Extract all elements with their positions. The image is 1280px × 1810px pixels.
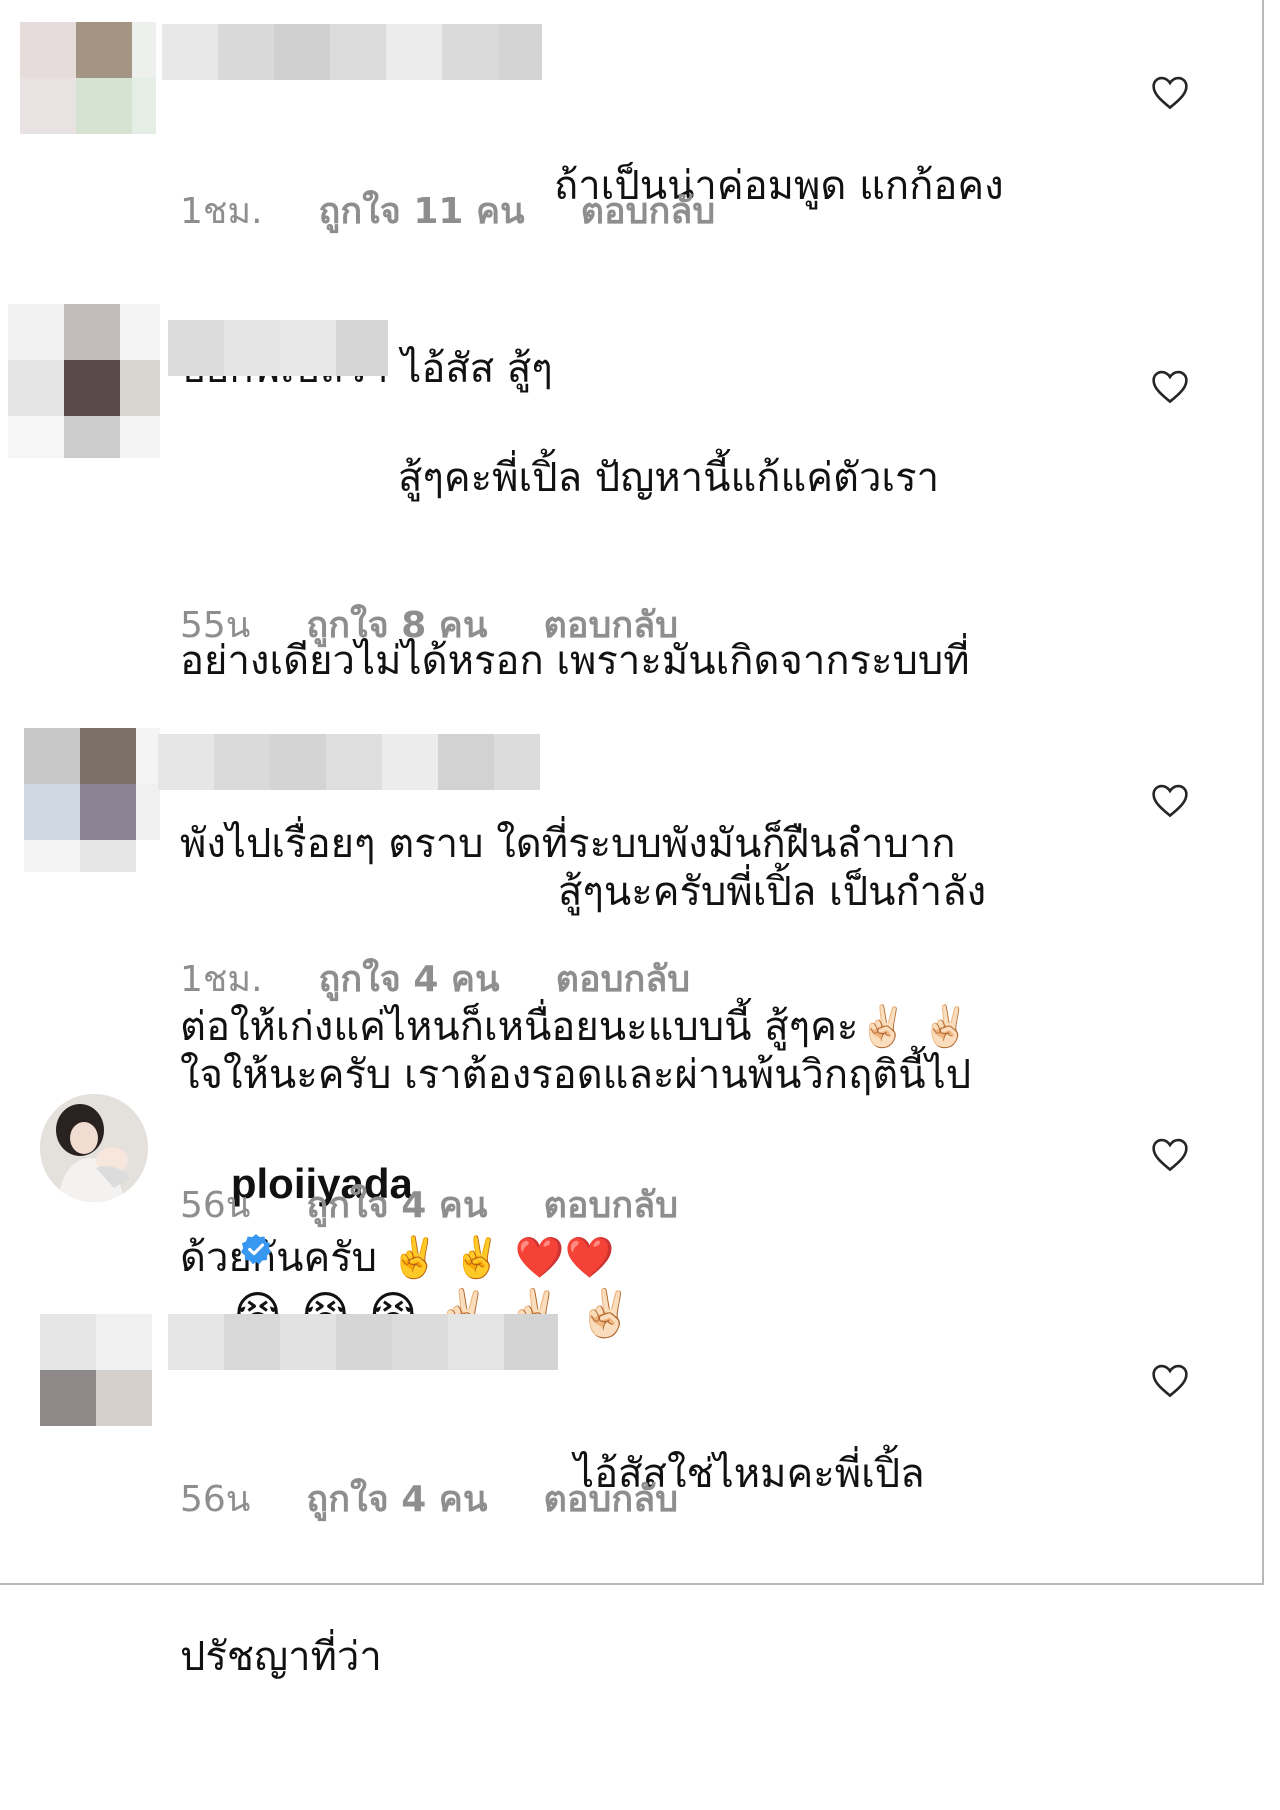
comment-meta: 1ชม. ถูกใจ 11 คน ตอบกลับ	[180, 182, 715, 239]
comment-text: ไอ้สัสใช่ไหมคะพี่เปิ้ล ปรัชญาที่ว่า	[180, 1322, 1080, 1810]
likes-count[interactable]: ถูกใจ 11 คน	[319, 182, 525, 239]
timestamp: 1ชม.	[180, 959, 263, 1000]
likes-count[interactable]: ถูกใจ 8 คน	[306, 596, 487, 653]
reply-button[interactable]: ตอบกลับ	[556, 950, 691, 1007]
reply-button[interactable]: ตอบกลับ	[544, 596, 679, 653]
reply-button[interactable]: ตอบกลับ	[544, 1470, 679, 1527]
avatar[interactable]	[24, 728, 160, 872]
avatar[interactable]	[8, 304, 160, 458]
likes-count[interactable]: ถูกใจ 4 คน	[319, 950, 500, 1007]
comment-line: สู้ๆนะครับพี่เปิ้ล เป็นกำลัง	[558, 869, 987, 915]
reply-button[interactable]: ตอบกลับ	[544, 1176, 679, 1233]
timestamp: 56น	[180, 1185, 251, 1226]
timestamp: 1ชม.	[180, 191, 263, 232]
heart-outline-icon[interactable]	[1150, 74, 1190, 110]
likes-count[interactable]: ถูกใจ 4 คน	[306, 1470, 487, 1527]
comment-meta: 56น ถูกใจ 4 คน ตอบกลับ	[180, 1470, 678, 1527]
avatar[interactable]	[20, 22, 156, 134]
comment-line: ปรัชญาที่ว่า	[180, 1634, 382, 1680]
avatar[interactable]	[40, 1094, 148, 1202]
reply-button[interactable]: ตอบกลับ	[581, 182, 716, 239]
comment-meta: 55น ถูกใจ 8 คน ตอบกลับ	[180, 596, 678, 653]
comment-meta: 56น ถูกใจ 4 คน ตอบกลับ	[180, 1176, 678, 1233]
timestamp: 55น	[180, 605, 251, 646]
avatar[interactable]	[40, 1314, 152, 1426]
avatar-photo	[40, 1094, 148, 1202]
heart-outline-icon[interactable]	[1150, 1362, 1190, 1398]
likes-count[interactable]: ถูกใจ 4 คน	[306, 1176, 487, 1233]
verified-badge-icon	[240, 1234, 271, 1265]
heart-outline-icon[interactable]	[1150, 1136, 1190, 1172]
comment-line: สู้ๆคะพี่เปิ้ล ปัญหานี้แก้แค่ตัวเรา	[398, 455, 940, 501]
heart-outline-icon[interactable]	[1150, 782, 1190, 818]
timestamp: 56น	[180, 1479, 251, 1520]
comment-meta: 1ชม. ถูกใจ 4 คน ตอบกลับ	[180, 950, 690, 1007]
heart-outline-icon[interactable]	[1150, 368, 1190, 404]
